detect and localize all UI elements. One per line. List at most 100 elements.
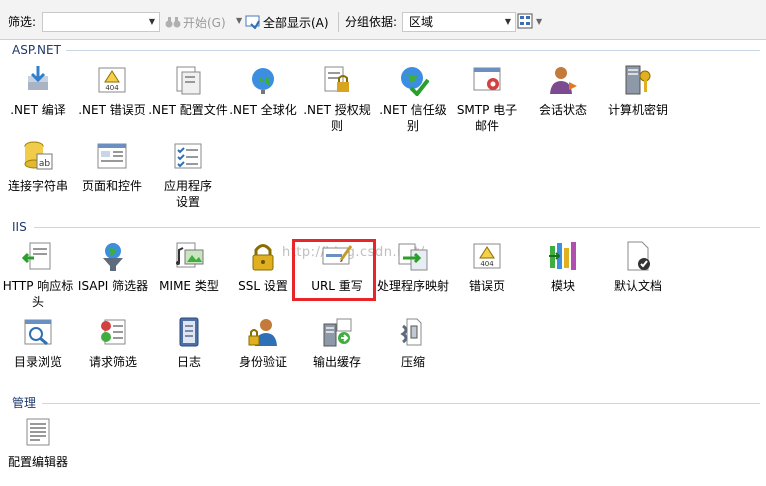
feature-label: .NET 编译 [10, 103, 66, 117]
feature-directory-browsing[interactable]: 目录浏览 [0, 316, 78, 370]
output-caching-icon [323, 318, 352, 347]
feature-mime-types[interactable]: MIME 类型 [149, 240, 229, 294]
feature-label: MIME 类型 [159, 279, 219, 293]
feature-handler-mappings[interactable]: 处理程序映射 [373, 240, 453, 294]
handler-mappings-icon [398, 243, 428, 271]
isapi-filters-icon [103, 243, 123, 271]
feature-dotnet-profile[interactable]: .NET 配置文件 [148, 64, 228, 118]
feature-label: SMTP 电子邮件 [456, 103, 518, 133]
section-header-management: 管理 [12, 396, 37, 410]
feature-label: 页面和控件 [81, 179, 142, 193]
default-document-icon [627, 241, 650, 271]
start-button[interactable]: 开始(G) [165, 13, 226, 31]
start-label: 开始(G) [183, 15, 226, 30]
machine-key-icon [625, 65, 651, 95]
app-settings-icon [174, 143, 202, 169]
feature-dotnet-trust-levels[interactable]: .NET 信任级别 [373, 64, 453, 134]
feature-isapi-filters[interactable]: ISAPI 筛选器 [73, 240, 153, 294]
feature-modules[interactable]: 模块 [523, 240, 603, 294]
session-state-icon [550, 67, 577, 94]
toolbar: 筛选: ▼ 开始(G) ▼ 全部显示(A) 分组依据: 区域 ▼ ▼ [0, 0, 766, 40]
compression-icon [400, 318, 422, 346]
filter-input[interactable]: ▼ [42, 12, 160, 32]
feature-label: 连接字符串 [7, 179, 68, 193]
feature-label: 处理程序映射 [377, 279, 450, 293]
show-all-label: 全部显示(A) [263, 15, 329, 30]
feature-machine-key[interactable]: 计算机密钥 [598, 64, 678, 118]
section-divider [66, 50, 760, 51]
authentication-icon [248, 319, 277, 346]
feature-label: .NET 信任级别 [379, 103, 447, 133]
url-rewrite-highlight-box [292, 239, 376, 301]
feature-output-caching[interactable]: 输出缓存 [297, 316, 377, 370]
directory-browsing-icon [24, 319, 52, 346]
group-by-value: 区域 [409, 15, 434, 29]
feature-authentication[interactable]: 身份验证 [223, 316, 303, 370]
smtp-email-icon [473, 67, 501, 91]
feature-label: 身份验证 [238, 355, 287, 369]
feature-label: 默认文档 [613, 279, 662, 293]
feature-label: 日志 [176, 355, 201, 369]
feature-http-response-headers[interactable]: HTTP 响应标头 [0, 240, 78, 310]
chevron-down-icon: ▼ [536, 16, 543, 26]
feature-configuration-editor[interactable]: 配置编辑器 [0, 416, 78, 470]
feature-dotnet-compilation[interactable]: .NET 编译 [0, 64, 78, 118]
show-all-button[interactable]: 全部显示(A) [245, 13, 329, 31]
feature-label: 应用程序设置 [163, 179, 212, 209]
feature-app-settings[interactable]: 应用程序设置 [148, 140, 228, 210]
feature-ssl-settings[interactable]: SSL 设置 [223, 240, 303, 294]
dotnet-globalization-icon [252, 68, 274, 94]
feature-label: .NET 授权规则 [303, 103, 371, 133]
feature-default-document[interactable]: 默认文档 [598, 240, 678, 294]
feature-smtp-email[interactable]: SMTP 电子邮件 [447, 64, 527, 134]
feature-dotnet-authorization[interactable]: .NET 授权规则 [297, 64, 377, 134]
feature-logging[interactable]: 日志 [149, 316, 229, 370]
feature-label: SSL 设置 [238, 279, 288, 293]
feature-label: 配置编辑器 [7, 455, 68, 469]
filter-label: 筛选: [8, 15, 37, 29]
feature-label: 压缩 [400, 355, 425, 369]
pages-controls-icon [97, 143, 127, 169]
feature-session-state[interactable]: 会话状态 [523, 64, 603, 118]
feature-pages-controls[interactable]: 页面和控件 [72, 140, 152, 194]
request-filtering-icon [101, 319, 126, 345]
feature-label: 错误页 [468, 279, 505, 293]
start-dropdown-arrow[interactable]: ▼ [236, 16, 242, 25]
dotnet-authorization-icon [324, 66, 349, 92]
section-header-iis: IIS [12, 220, 27, 234]
group-by-select[interactable]: 区域 ▼ [402, 12, 516, 32]
connection-string-icon: ab [24, 141, 53, 170]
feature-error-pages[interactable]: 404 错误页 [447, 240, 527, 294]
feature-label: 计算机密钥 [607, 103, 668, 117]
feature-compression[interactable]: 压缩 [373, 316, 453, 370]
feature-dotnet-globalization[interactable]: .NET 全球化 [223, 64, 303, 118]
view-grid-icon [517, 13, 533, 29]
feature-label: .NET 错误页 [78, 103, 146, 117]
show-all-icon [245, 15, 260, 29]
section-header-aspnet: ASP.NET [12, 43, 61, 57]
feature-label: ISAPI 筛选器 [77, 279, 149, 293]
feature-request-filtering[interactable]: 请求筛选 [73, 316, 153, 370]
section-divider [42, 403, 760, 404]
feature-connection-strings[interactable]: ab 连接字符串 [0, 140, 78, 194]
svg-text:404: 404 [105, 84, 119, 92]
feature-label: 会话状态 [538, 103, 587, 117]
feature-label: 模块 [550, 279, 575, 293]
toolbar-divider [338, 12, 339, 32]
feature-label: 目录浏览 [13, 355, 62, 369]
view-button[interactable]: ▼ [517, 13, 542, 29]
error-pages-icon: 404 [473, 243, 501, 269]
configuration-editor-icon [26, 418, 50, 446]
dotnet-profile-icon [176, 66, 201, 95]
svg-text:ab: ab [39, 159, 51, 169]
binoculars-icon [165, 17, 181, 28]
ssl-settings-icon [252, 244, 274, 271]
modules-icon [549, 242, 576, 270]
chevron-down-icon: ▼ [148, 17, 155, 26]
dotnet-error-page-icon: 404 [98, 67, 126, 93]
feature-dotnet-error-pages[interactable]: 404 .NET 错误页 [72, 64, 152, 118]
feature-label: .NET 全球化 [229, 103, 297, 117]
feature-label: .NET 配置文件 [148, 103, 228, 117]
group-by-label: 分组依据: [345, 15, 398, 29]
mime-types-icon [176, 242, 204, 268]
